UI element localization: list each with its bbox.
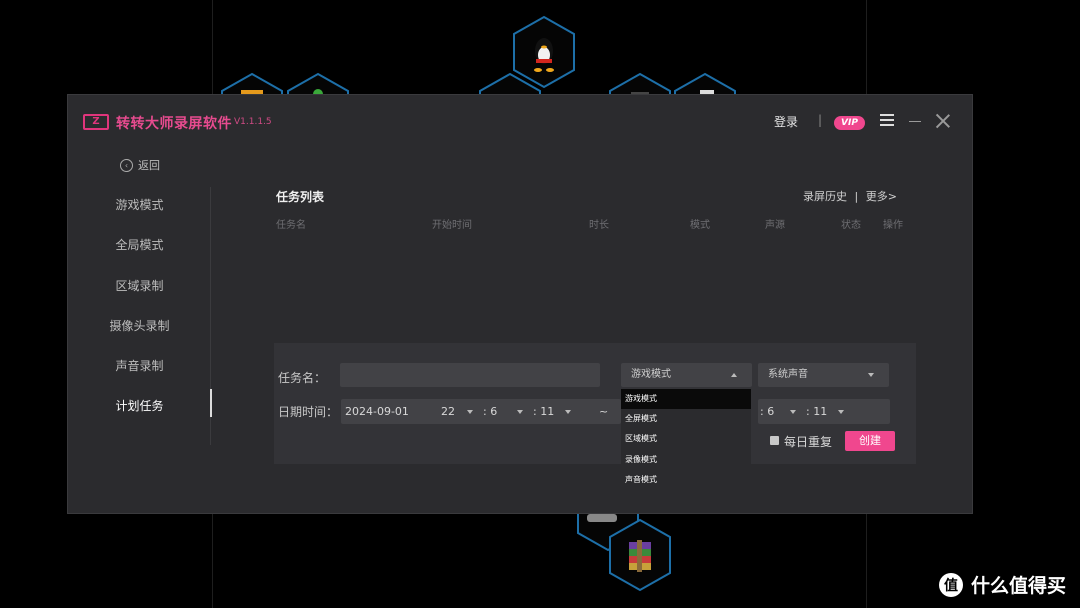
back-label: 返回 — [138, 159, 160, 172]
end-second-field[interactable]: : 11 — [806, 405, 827, 418]
chevron-down-icon[interactable] — [517, 410, 523, 414]
range-separator: ~ — [599, 405, 609, 418]
mode-dropdown-list: 游戏模式 全屏模式 区域模式 录像模式 声音模式 — [621, 389, 751, 490]
dropdown-option-fullscreen-mode[interactable]: 全屏模式 — [621, 409, 751, 429]
task-name-input[interactable] — [340, 363, 600, 387]
date-field[interactable]: 2024-09-01 — [345, 405, 409, 418]
column-header-sound-source: 声源 — [765, 220, 785, 231]
chevron-down-icon[interactable] — [838, 410, 844, 414]
sound-select-value: 系统声音 — [768, 369, 808, 380]
column-header-actions: 操作 — [883, 220, 903, 231]
titlebar-separator: | — [818, 113, 823, 127]
vip-badge[interactable]: VIP — [834, 116, 865, 130]
app-logo-icon: Z — [83, 114, 109, 130]
column-header-name: 任务名 — [276, 220, 306, 231]
back-arrow-icon: ‹ — [120, 158, 133, 172]
sidebar-item-scheduled-task[interactable]: 计划任务 — [68, 386, 211, 426]
end-datetime-picker: : 6 : 11 — [758, 399, 890, 424]
sidebar-item-audio-record[interactable]: 声音录制 — [68, 346, 211, 386]
app-window: Z 转转大师录屏软件 V1.1.1.5 登录 | VIP ‹ 返回 游戏模式 全… — [67, 94, 973, 514]
dropdown-option-game-mode[interactable]: 游戏模式 — [621, 389, 751, 410]
start-second-field[interactable]: : 11 — [533, 405, 554, 418]
watermark-text: 什么值得买 — [970, 575, 1066, 597]
mode-select-value: 游戏模式 — [631, 369, 671, 380]
login-button[interactable]: 登录 — [774, 113, 798, 130]
dropdown-option-region-mode[interactable]: 区域模式 — [621, 429, 751, 449]
start-hour-field[interactable]: 22 — [441, 405, 455, 418]
chevron-up-icon — [731, 373, 737, 377]
history-links: 录屏历史 | 更多> — [803, 188, 897, 204]
history-separator: | — [854, 190, 859, 203]
sidebar: 游戏模式 全局模式 区域录制 摄像头录制 声音录制 计划任务 — [68, 185, 211, 427]
sidebar-active-indicator — [210, 389, 212, 417]
new-task-form: 任务名： 游戏模式 系统声音 日期时间： 2024-09-01 22 : 6 :… — [274, 343, 916, 464]
titlebar: Z 转转大师录屏软件 V1.1.1.5 登录 | VIP — [68, 95, 972, 151]
task-name-label: 任务名： — [278, 371, 327, 385]
daily-repeat-checkbox[interactable] — [770, 436, 779, 445]
column-header-start-time: 开始时间 — [432, 220, 472, 231]
daily-repeat-label: 每日重复 — [784, 435, 833, 449]
chevron-down-icon[interactable] — [565, 410, 571, 414]
dropdown-option-video-mode[interactable]: 录像模式 — [621, 450, 751, 470]
sidebar-item-game-mode[interactable]: 游戏模式 — [68, 185, 211, 225]
watermark-logo-icon: 值 — [938, 572, 963, 597]
mode-select[interactable]: 游戏模式 — [621, 363, 752, 387]
sidebar-item-region-record[interactable]: 区域录制 — [68, 266, 211, 306]
close-icon[interactable] — [936, 114, 950, 128]
sidebar-item-global-mode[interactable]: 全局模式 — [68, 225, 211, 265]
more-link[interactable]: 更多> — [866, 190, 897, 203]
record-history-link[interactable]: 录屏历史 — [803, 190, 847, 203]
datetime-label: 日期时间： — [278, 405, 339, 419]
column-header-mode: 模式 — [690, 220, 710, 231]
chevron-down-icon[interactable] — [790, 410, 796, 414]
dropdown-option-audio-mode[interactable]: 声音模式 — [621, 470, 751, 490]
winrar-app-icon[interactable] — [607, 518, 673, 592]
end-minute-field[interactable]: : 6 — [760, 405, 774, 418]
start-datetime-picker: 2024-09-01 22 : 6 : 11 ~ — [341, 399, 621, 424]
chevron-down-icon — [868, 373, 874, 377]
minimize-icon[interactable] — [909, 121, 921, 122]
menu-icon[interactable] — [880, 114, 894, 128]
column-header-status: 状态 — [841, 220, 861, 231]
start-minute-field[interactable]: : 6 — [483, 405, 497, 418]
column-header-duration: 时长 — [589, 220, 609, 231]
sidebar-item-camera-record[interactable]: 摄像头录制 — [68, 306, 211, 346]
app-title: 转转大师录屏软件 — [116, 116, 232, 132]
watermark: 值 什么值得买 — [938, 571, 1066, 598]
chevron-down-icon[interactable] — [467, 410, 473, 414]
create-button[interactable]: 创建 — [845, 431, 895, 451]
task-list-title: 任务列表 — [276, 190, 325, 204]
sound-select[interactable]: 系统声音 — [758, 363, 889, 387]
app-version: V1.1.1.5 — [234, 117, 272, 127]
back-button[interactable]: ‹ 返回 — [120, 157, 160, 173]
